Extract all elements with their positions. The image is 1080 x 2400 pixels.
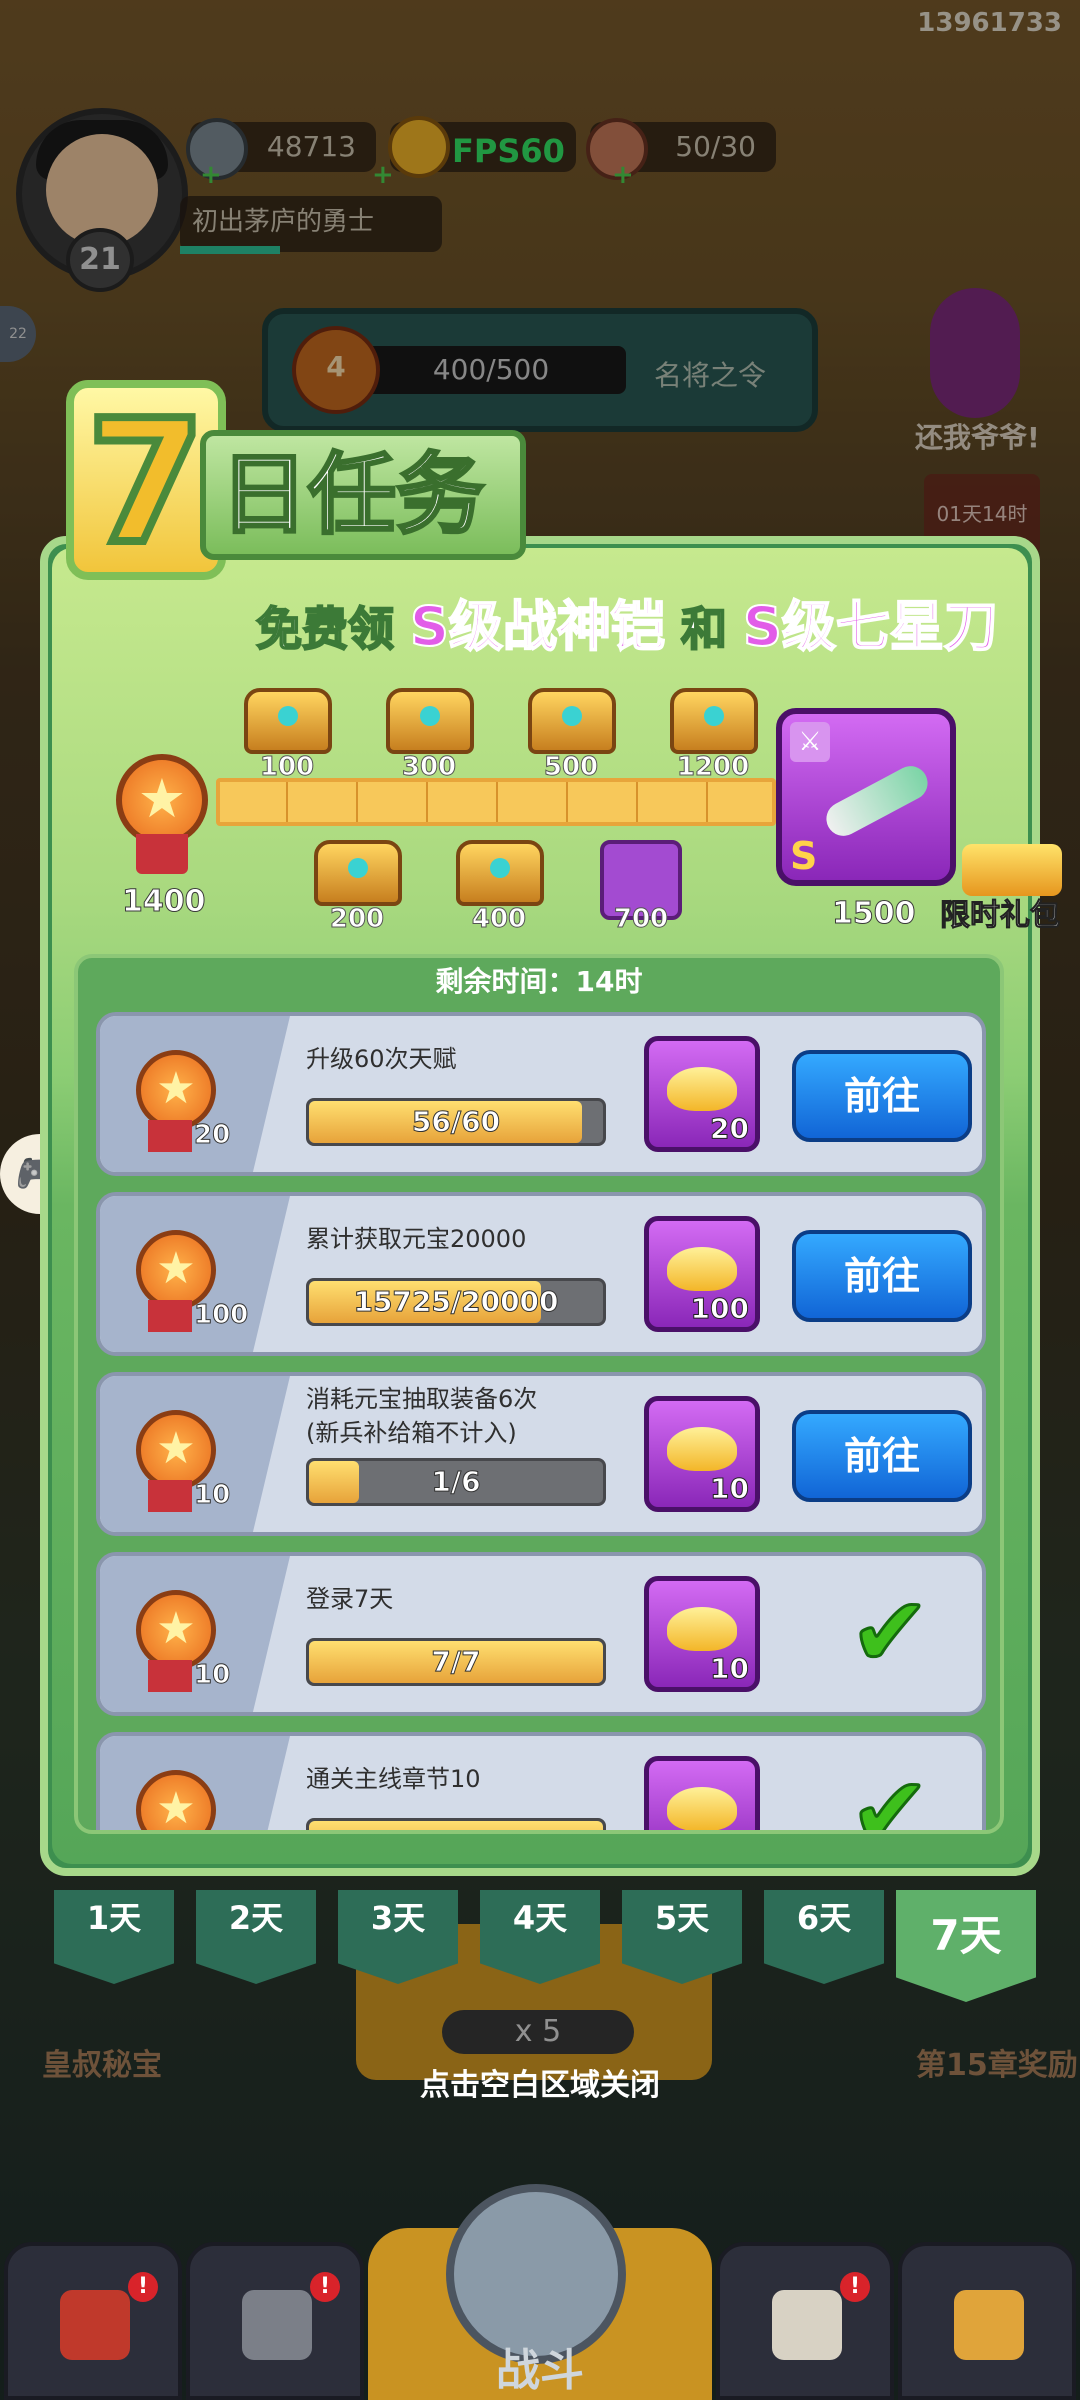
check-icon: ✔ [848,1756,931,1834]
notification-badge: ! [840,2272,870,2302]
reward-amount: 10 [710,1652,750,1686]
gold-ingot-icon [667,1607,737,1651]
milestone-label: 100 [259,752,315,783]
task-progress-text: 15725/20000 [353,1285,559,1319]
task-name: 累计获取元宝20000 [306,1225,527,1253]
task-name: 升级60次天赋 [306,1045,457,1073]
gift-pack-icon[interactable] [962,844,1062,896]
task-row: ★ 通关主线章节10 ✔ [96,1732,986,1834]
rooster-icon [772,2290,842,2360]
task-points: 100 [193,1300,249,1331]
reward-amount: 100 [690,1292,749,1326]
medal-ribbon [136,834,188,874]
reward-item[interactable]: 100 [644,1216,760,1332]
task-progress-bar: 7/7 [306,1638,606,1686]
chest-icon[interactable] [314,840,402,906]
milestone-label: 400 [471,904,527,935]
task-points: 20 [193,1120,231,1151]
final-milestone-label: 1500 [832,896,916,932]
reward-item[interactable]: 10 [644,1576,760,1692]
points-medal-icon: ★ [116,754,208,846]
task-list[interactable]: ★ 20 升级60次天赋 56/60 20 前往 ★ 100 累计获取元宝200… [74,954,1004,1834]
medal-icon: ★ [136,1230,216,1310]
task-progress-bar: 1/6 [306,1458,606,1506]
helmet-icon [242,2290,312,2360]
panel-subtitle: 免费领 S级战神铠 和 S级七星刀 [255,594,999,659]
medal-icon: ★ [136,1050,216,1130]
reward-item[interactable]: 10 [644,1396,760,1512]
close-hint: 点击空白区域关闭 [420,2068,660,2103]
check-icon: ✔ [848,1576,931,1688]
nav-upgrade-button[interactable] [898,2242,1076,2400]
task-progress-text: 1/6 [431,1465,481,1499]
notification-badge: ! [310,2272,340,2302]
panel-title: 日任务 [200,430,526,560]
gold-ingot-icon [667,1247,737,1291]
task-row: ★ 10 登录7天 7/7 10 ✔ [96,1552,986,1716]
current-points: 1400 [122,884,206,920]
task-progress-text: 56/60 [411,1105,501,1139]
nav-equipment-button[interactable]: ! [186,2242,364,2400]
upgrade-icon [954,2290,1024,2360]
points-progress-bar [216,778,776,826]
rank-tag: S [790,834,818,878]
chest-icon[interactable] [386,688,474,754]
reward-amount: 10 [710,1472,750,1506]
medal-icon: ★ [136,1410,216,1490]
nav-shop-button[interactable]: ! [4,2242,182,2400]
task-progress-bar: 15725/20000 [306,1278,606,1326]
go-button[interactable]: 前往 [792,1050,972,1142]
reward-amount: 20 [710,1112,750,1146]
final-reward-sword[interactable]: ⚔ S [776,708,956,886]
gold-ingot-icon [667,1787,737,1830]
milestone-label: 500 [543,752,599,783]
task-progress-bar [306,1818,606,1830]
milestone-label: 200 [329,904,385,935]
task-row: ★ 10 消耗元宝抽取装备6次 (新兵补给箱不计入) 1/6 10 前往 [96,1372,986,1536]
milestone-label: 700 [613,904,669,935]
nav-hero-button[interactable]: ! [716,2242,894,2400]
task-points: 10 [193,1660,231,1691]
chest-icon[interactable] [456,840,544,906]
task-progress-text: 7/7 [431,1645,481,1679]
task-points: 10 [193,1480,231,1511]
task-progress-bar: 56/60 [306,1098,606,1146]
chest-icon[interactable] [244,688,332,754]
task-name: 登录7天 [306,1585,394,1613]
notification-badge: ! [128,2272,158,2302]
task-name: 通关主线章节10 [306,1765,481,1793]
fight-label: 战斗 [496,2345,584,2396]
gold-ingot-icon [667,1067,737,1111]
gold-ingot-icon [667,1427,737,1471]
medal-icon: ★ [136,1590,216,1670]
task-row: ★ 100 累计获取元宝20000 15725/20000 100 前往 [96,1192,986,1356]
chest-icon[interactable] [670,688,758,754]
go-button[interactable]: 前往 [792,1410,972,1502]
milestone-label: 300 [401,752,457,783]
chest-icon[interactable] [528,688,616,754]
milestone-label: 1200 [676,752,750,783]
task-name: 消耗元宝抽取装备6次 (新兵补给箱不计入) [306,1385,538,1447]
shop-icon [60,2290,130,2360]
reward-item[interactable] [644,1756,760,1830]
reward-item[interactable]: 20 [644,1036,760,1152]
gift-pack-label[interactable]: 限时礼包 [940,890,1061,934]
remaining-time: 剩余时间：14时 [435,965,643,998]
sword-icon: ⚔ [790,722,830,762]
go-button[interactable]: 前往 [792,1230,972,1322]
task-row: ★ 20 升级60次天赋 56/60 20 前往 [96,1012,986,1176]
